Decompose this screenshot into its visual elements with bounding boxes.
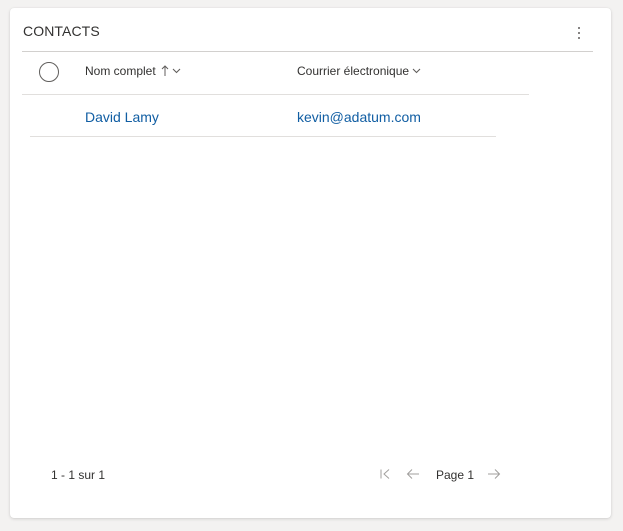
arrow-right-icon (488, 469, 501, 479)
more-vertical-icon-dot (578, 32, 580, 34)
chevron-down-icon (172, 68, 181, 74)
first-page-button[interactable] (377, 466, 393, 482)
next-page-button[interactable] (486, 466, 502, 482)
previous-page-button[interactable] (405, 466, 421, 482)
arrow-up-icon (161, 65, 169, 77)
cell-full-name-link[interactable]: David Lamy (85, 109, 159, 125)
card-header: CONTACTS (22, 8, 593, 52)
page-indicator: Page 1 (436, 468, 475, 482)
chevron-down-icon (412, 68, 421, 74)
more-options-button[interactable] (567, 21, 591, 45)
cell-email-link[interactable]: kevin@adatum.com (297, 109, 421, 125)
grid-header: Nom complet Courrier électronique (22, 52, 529, 95)
card-title: CONTACTS (23, 23, 100, 39)
table-row[interactable]: David Lamy kevin@adatum.com (30, 95, 496, 137)
column-label-full-name: Nom complet (85, 64, 156, 78)
grid-footer: 1 - 1 sur 1 Page 1 (10, 458, 611, 488)
contacts-card: CONTACTS Nom complet Courrier électroniq… (10, 8, 611, 518)
column-label-email: Courrier électronique (297, 64, 410, 78)
select-all-circle-icon[interactable] (39, 62, 59, 82)
record-count: 1 - 1 sur 1 (51, 468, 106, 482)
column-header-email[interactable]: Courrier électronique (297, 64, 421, 78)
more-vertical-icon-dot (578, 37, 580, 39)
column-header-full-name[interactable]: Nom complet (85, 64, 181, 78)
first-page-icon (380, 469, 390, 479)
more-vertical-icon (578, 27, 580, 29)
arrow-left-icon (406, 469, 419, 479)
